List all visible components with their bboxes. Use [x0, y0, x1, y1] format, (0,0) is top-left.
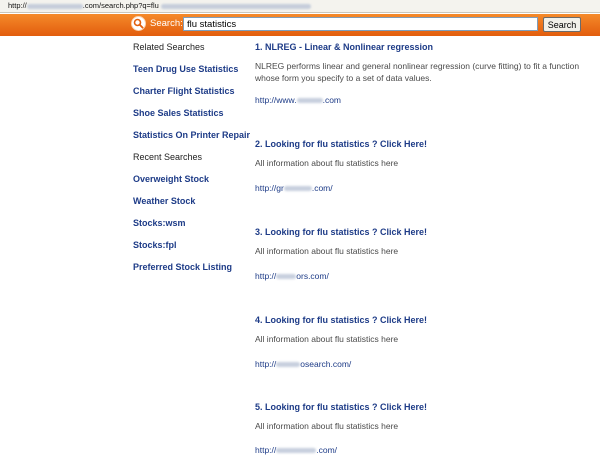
result-url[interactable]: http://.com/: [255, 445, 337, 455]
result-title-link[interactable]: 4. Looking for flu statistics ? Click He…: [255, 315, 427, 325]
address-bar[interactable]: http://.com/search.php?q=flu: [0, 0, 600, 13]
result-title-link[interactable]: 3. Looking for flu statistics ? Click He…: [255, 227, 427, 237]
related-link[interactable]: Shoe Sales Statistics: [133, 108, 224, 118]
recent-link[interactable]: Overweight Stock: [133, 174, 209, 184]
related-link[interactable]: Statistics On Printer Repair: [133, 130, 250, 140]
recent-link[interactable]: Weather Stock: [133, 196, 195, 206]
redacted-domain: [276, 448, 317, 454]
logo-icon: [131, 16, 146, 31]
related-searches-heading: Related Searches: [133, 42, 205, 52]
redacted-domain: [276, 274, 297, 280]
related-link[interactable]: Charter Flight Statistics: [133, 86, 235, 96]
result-title-link[interactable]: 1. NLREG - Linear & Nonlinear regression: [255, 42, 433, 52]
address-url[interactable]: http://.com/search.php?q=flu: [8, 1, 311, 10]
result-description: All information about flu statistics her…: [255, 158, 399, 168]
redacted-domain: [276, 362, 301, 368]
result-description: All information about flu statistics her…: [255, 334, 399, 344]
result-description: All information about flu statistics her…: [255, 246, 399, 256]
result-description: NLREG performs linear and general nonlin…: [255, 61, 580, 83]
search-header: Search: Search: [0, 14, 600, 36]
redacted-domain: [283, 186, 312, 192]
search-label: Search:: [150, 18, 183, 29]
result-title-link[interactable]: 2. Looking for flu statistics ? Click He…: [255, 139, 427, 149]
result-url[interactable]: http://www. .com: [255, 95, 341, 105]
related-link[interactable]: Teen Drug Use Statistics: [133, 64, 238, 74]
recent-link[interactable]: Stocks:fpl: [133, 240, 177, 250]
recent-searches-heading: Recent Searches: [133, 152, 203, 162]
result-url[interactable]: http://ors.com/: [255, 271, 329, 281]
result-url[interactable]: http://gr .com/: [255, 183, 333, 193]
search-button[interactable]: Search: [543, 17, 581, 32]
result-description: All information about flu statistics her…: [255, 421, 399, 431]
redacted-domain: [26, 3, 83, 9]
result-url[interactable]: http://osearch.com/: [255, 359, 351, 369]
redacted-domain: [296, 98, 323, 104]
recent-link[interactable]: Preferred Stock Listing: [133, 262, 232, 272]
recent-link[interactable]: Stocks:wsm: [133, 218, 186, 228]
result-title-link[interactable]: 5. Looking for flu statistics ? Click He…: [255, 402, 427, 412]
search-input[interactable]: [183, 17, 538, 31]
redacted-query: [160, 3, 311, 9]
